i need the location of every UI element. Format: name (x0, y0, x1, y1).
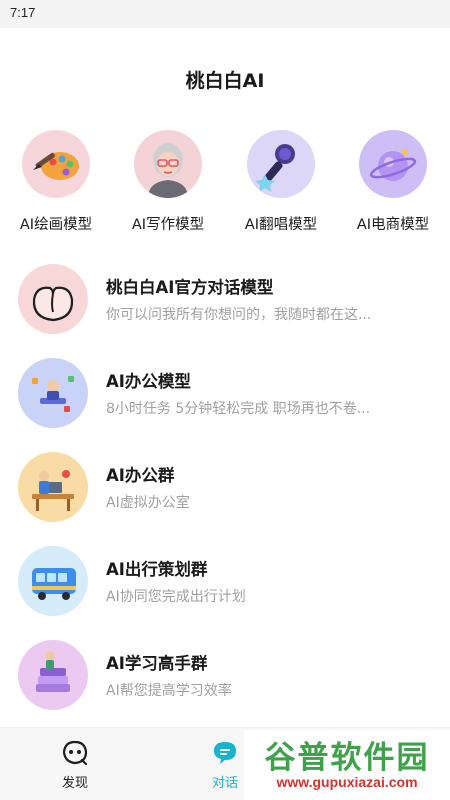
model-label: AI翻唱模型 (244, 217, 318, 233)
model-item-painting[interactable]: AI绘画模型 (1, 130, 111, 240)
status-time: 7:17 (10, 5, 36, 20)
model-item-singing[interactable]: AI翻唱模型 (226, 130, 336, 240)
chat-item-office-group[interactable]: AI办公群 AI虚拟办公室 (0, 448, 450, 528)
chat-item-office-model[interactable]: AI办公模型 8小时任务 5分钟轻松完成 职场再也不卷... (0, 354, 450, 434)
tab-discover[interactable]: 发现 (30, 728, 120, 800)
watermark: 谷普软件园 www.gupuxiazai.com (244, 730, 450, 800)
chat-item-travel-group[interactable]: AI出行策划群 AI协同您完成出行计划 (0, 542, 450, 622)
office-desk-icon (18, 452, 88, 522)
page-title: 桃白白AI (185, 70, 265, 92)
model-grid: AI绘画模型 AI写作模型 AI翻唱模型 AI电商模型 (0, 130, 450, 240)
shopping-planet-icon (359, 130, 427, 198)
study-books-icon (18, 640, 88, 710)
model-label: AI写作模型 (131, 217, 205, 233)
model-label: AI绘画模型 (19, 217, 93, 233)
writer-avatar-icon (134, 130, 202, 198)
microphone-icon (247, 130, 315, 198)
chat-description: AI虚拟办公室 (106, 495, 190, 511)
peach-icon (18, 264, 88, 334)
paint-palette-icon (22, 130, 90, 198)
chat-description: 你可以问我所有你想问的，我随时都在这... (106, 307, 372, 323)
chat-name: AI出行策划群 (106, 560, 208, 579)
model-label: AI电商模型 (356, 217, 430, 233)
watermark-url: www.gupuxiazai.com (276, 774, 418, 790)
chat-description: AI协同您完成出行计划 (106, 589, 246, 605)
discover-icon (60, 738, 90, 768)
office-person-icon (18, 358, 88, 428)
chat-item-study-group[interactable]: AI学习高手群 AI帮您提高学习效率 (0, 636, 450, 716)
watermark-title: 谷普软件园 (264, 740, 430, 776)
model-item-ecommerce[interactable]: AI电商模型 (338, 130, 448, 240)
chat-name: AI办公群 (106, 466, 175, 485)
chat-name: 桃白白AI官方对话模型 (106, 278, 274, 297)
bus-icon (18, 546, 88, 616)
chat-name: AI学习高手群 (106, 654, 208, 673)
status-bar: 7:17 (0, 0, 450, 28)
chat-description: 8小时任务 5分钟轻松完成 职场再也不卷... (106, 401, 371, 417)
chat-description: AI帮您提高学习效率 (106, 683, 232, 699)
tab-label: 发现 (61, 776, 88, 791)
chat-name: AI办公模型 (106, 372, 191, 391)
chat-bubble-icon (210, 738, 240, 768)
model-item-writing[interactable]: AI写作模型 (113, 130, 223, 240)
chat-item-official[interactable]: 桃白白AI官方对话模型 你可以问我所有你想问的，我随时都在这... (0, 260, 450, 340)
